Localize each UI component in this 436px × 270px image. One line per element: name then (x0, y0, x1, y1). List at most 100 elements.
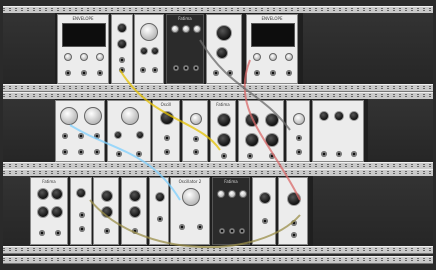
oscillator-module[interactable] (93, 177, 119, 245)
fatima-module[interactable]: Fatima (210, 100, 236, 162)
jack[interactable] (193, 149, 199, 155)
jack[interactable] (94, 149, 100, 155)
jack[interactable] (269, 153, 275, 159)
knob[interactable] (117, 39, 127, 49)
jack[interactable] (140, 67, 146, 73)
oscill-module[interactable]: Oscill (152, 100, 180, 162)
knob[interactable] (171, 25, 179, 33)
knob[interactable] (193, 25, 201, 33)
jack[interactable] (270, 70, 276, 76)
mixer-module[interactable] (55, 100, 105, 162)
jack[interactable] (157, 216, 163, 222)
knob[interactable] (114, 131, 122, 139)
jack[interactable] (193, 65, 199, 71)
knob[interactable] (60, 107, 78, 125)
mixer-module[interactable] (312, 100, 364, 162)
jack[interactable] (119, 57, 125, 63)
jack[interactable] (351, 151, 357, 157)
knob[interactable] (217, 113, 231, 127)
jack[interactable] (94, 133, 100, 139)
vca-module[interactable] (286, 100, 310, 162)
jack[interactable] (336, 151, 342, 157)
knob[interactable] (265, 133, 279, 147)
jack[interactable] (219, 228, 225, 234)
envelope-module[interactable]: ENVELOPE (246, 14, 298, 84)
filter-module[interactable] (206, 14, 242, 84)
knob[interactable] (140, 47, 148, 55)
jack[interactable] (291, 220, 297, 226)
jack[interactable] (291, 232, 297, 238)
jack[interactable] (62, 149, 68, 155)
jack[interactable] (78, 149, 84, 155)
knob[interactable] (239, 190, 247, 198)
jack[interactable] (321, 151, 327, 157)
knob[interactable] (259, 192, 271, 204)
jack[interactable] (193, 136, 199, 142)
jack[interactable] (179, 224, 185, 230)
utility-module[interactable] (111, 14, 133, 84)
jack[interactable] (262, 218, 268, 224)
knob[interactable] (140, 23, 158, 41)
knob[interactable] (285, 53, 293, 61)
knob[interactable] (228, 190, 236, 198)
sequencer-module[interactable] (182, 100, 208, 162)
knob[interactable] (190, 113, 202, 125)
knob[interactable] (51, 206, 63, 218)
knob[interactable] (245, 133, 259, 147)
jack[interactable] (79, 212, 85, 218)
jack[interactable] (247, 153, 253, 159)
knob[interactable] (80, 53, 88, 61)
jack[interactable] (39, 230, 45, 236)
knob[interactable] (334, 111, 344, 121)
knob[interactable] (37, 206, 49, 218)
jack[interactable] (104, 228, 110, 234)
jack[interactable] (254, 70, 260, 76)
jack[interactable] (239, 228, 245, 234)
oscillator-2-module[interactable]: Oscillator 2 (170, 177, 210, 245)
knob[interactable] (117, 23, 127, 33)
jack[interactable] (227, 70, 233, 76)
jack[interactable] (213, 70, 219, 76)
knob[interactable] (64, 53, 72, 61)
jack[interactable] (97, 70, 103, 76)
vca-module[interactable] (252, 177, 276, 245)
fatima-module[interactable]: Fatima (30, 177, 68, 245)
knob[interactable] (101, 206, 113, 218)
knob[interactable] (182, 188, 200, 206)
knob[interactable] (216, 47, 228, 59)
jack[interactable] (286, 70, 292, 76)
jack[interactable] (229, 228, 235, 234)
knob[interactable] (37, 188, 49, 200)
knob[interactable] (265, 113, 279, 127)
fatima-module[interactable]: Fatima (212, 177, 250, 245)
jack[interactable] (152, 67, 158, 73)
knob[interactable] (182, 25, 190, 33)
vco-module[interactable] (238, 100, 284, 162)
oscillator-module[interactable] (134, 14, 164, 84)
knob[interactable] (101, 190, 113, 202)
jack[interactable] (296, 149, 302, 155)
knob[interactable] (349, 111, 359, 121)
knob[interactable] (76, 188, 86, 198)
knob[interactable] (121, 107, 139, 125)
knob[interactable] (155, 192, 165, 202)
vca-module[interactable] (149, 177, 169, 245)
knob[interactable] (160, 111, 174, 125)
knob[interactable] (253, 53, 261, 61)
jack[interactable] (164, 135, 170, 141)
output-module[interactable] (278, 177, 308, 245)
jack[interactable] (164, 149, 170, 155)
jack[interactable] (132, 228, 138, 234)
knob[interactable] (217, 133, 231, 147)
jack[interactable] (62, 133, 68, 139)
jack[interactable] (119, 67, 125, 73)
oscillator-module[interactable] (107, 100, 151, 162)
jack[interactable] (79, 226, 85, 232)
knob[interactable] (293, 113, 305, 125)
knob[interactable] (216, 25, 232, 41)
jack[interactable] (81, 70, 87, 76)
jack[interactable] (136, 151, 142, 157)
knob[interactable] (319, 111, 329, 121)
envelope-module[interactable]: ENVELOPE (57, 14, 109, 84)
knob[interactable] (96, 53, 104, 61)
